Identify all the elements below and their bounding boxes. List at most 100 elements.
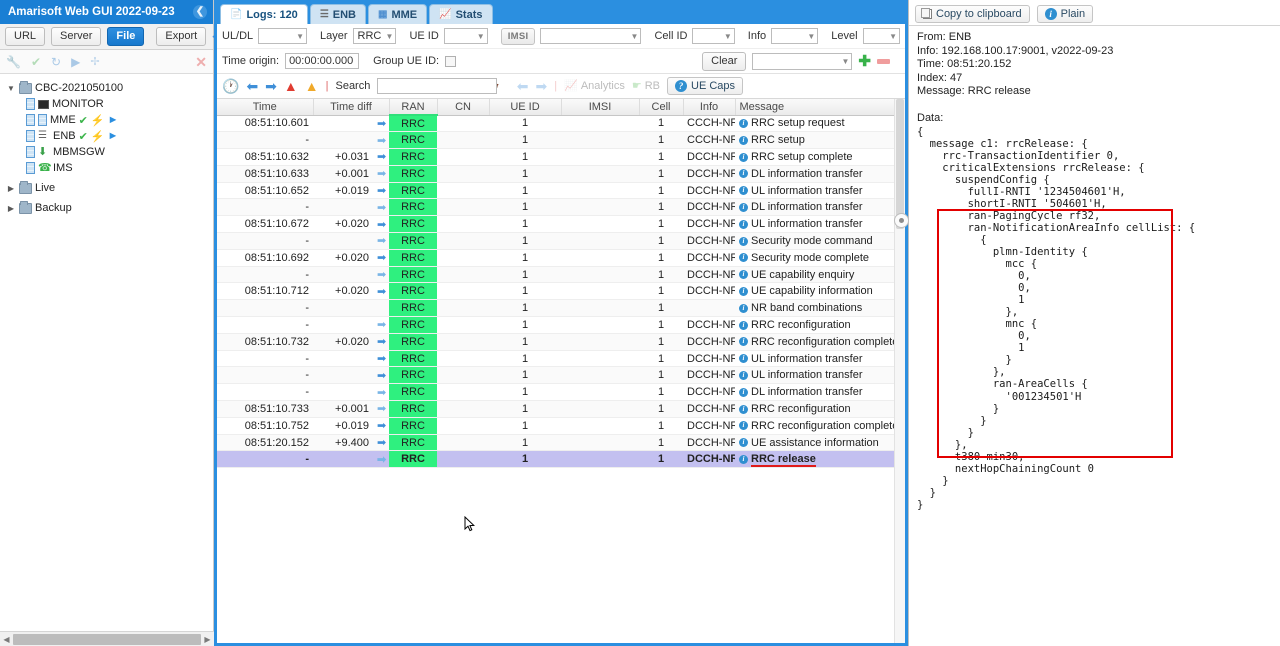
col-imsi[interactable]: IMSI [561, 99, 640, 116]
col-time[interactable]: Time [217, 99, 314, 116]
warning-icon[interactable]: ▲ [305, 79, 319, 93]
scrollbar-thumb[interactable] [896, 99, 904, 229]
table-row[interactable]: 08:51:10.712 +0.020 ➡ RRC 1 1 DCCH-NR i UE capab… [217, 282, 905, 301]
play-icon[interactable]: ► [108, 114, 119, 126]
cell-message[interactable]: i UL information transfer [735, 182, 905, 200]
uldl-select[interactable]: ▼ [258, 28, 307, 44]
col-ueid[interactable]: UE ID [489, 99, 562, 116]
imsi-select[interactable]: ▼ [540, 28, 642, 44]
cell-message[interactable]: i UE capability information [735, 282, 905, 301]
server-button[interactable]: Server [51, 27, 102, 46]
wrench-icon[interactable]: 🔧 [6, 55, 21, 69]
panel-splitter-handle[interactable] [894, 213, 909, 228]
layer-select[interactable]: RRC ▼ [352, 28, 397, 44]
ue-caps-button[interactable]: ? UE Caps [667, 77, 744, 95]
chevron-right-icon[interactable]: ▶ [6, 204, 16, 213]
plain-button[interactable]: i Plain [1036, 5, 1094, 23]
table-row[interactable]: 08:51:10.601 ➡ RRC 1 1 CCCH-NR i RRC setup requ… [217, 115, 905, 133]
cell-message[interactable]: i UL information transfer [735, 215, 905, 234]
table-row[interactable]: 08:51:10.633 +0.001 ➡ RRC 1 1 DCCH-NR i DL infor… [217, 165, 905, 183]
check-circle-icon[interactable]: ✔ [31, 55, 41, 69]
preset-select[interactable]: ▼ [752, 52, 853, 70]
cell-message[interactable]: i DL information transfer [735, 383, 905, 402]
cell-message[interactable]: i Security mode command [735, 232, 905, 250]
table-row[interactable]: - ➡ RRC 1 1 DCCH-NR i UL information transfer [217, 366, 905, 385]
close-icon[interactable]: ✕ [195, 55, 207, 69]
cell-message[interactable]: i RRC setup complete [735, 148, 905, 166]
table-row[interactable]: - RRC 1 1 i NR band combinations [217, 299, 905, 318]
col-message[interactable]: Message [735, 99, 905, 116]
tree-item-backup[interactable]: ▶ Backup [0, 200, 213, 216]
table-row[interactable]: - ➡ RRC 1 1 CCCH-NR i RRC setup [217, 131, 905, 150]
scroll-left-icon[interactable]: ◀ [0, 635, 13, 644]
cell-message[interactable]: i NR band combinations [735, 299, 905, 318]
cell-message[interactable]: i DL information transfer [735, 165, 905, 183]
table-row[interactable]: - ➡ RRC 1 1 DCCH-NR i RRC reconfiguration [217, 316, 905, 334]
arrow-right-icon[interactable]: ➡ [265, 79, 277, 93]
search-prev-icon[interactable]: ⬅ [517, 79, 529, 93]
scroll-right-icon[interactable]: ▶ [201, 635, 214, 644]
cell-message[interactable]: i RRC reconfiguration [735, 316, 905, 334]
chevron-right-icon[interactable]: ▶ [6, 184, 16, 193]
tree-item-mme[interactable]: MME ✔ ⚡ ► [0, 112, 213, 128]
table-row[interactable]: 08:51:10.692 +0.020 ➡ RRC 1 1 DCCH-NR i Security… [217, 249, 905, 267]
cell-message[interactable]: i RRC release [735, 450, 905, 469]
time-origin-input[interactable]: 00:00:00.000 [285, 53, 360, 69]
error-icon[interactable]: ▲ [284, 79, 298, 93]
table-row[interactable]: - ➡ RRC 1 1 DCCH-NR i DL information transfer [217, 198, 905, 217]
tree-item-cbc[interactable]: ▼ CBC-2021050100 [0, 80, 213, 96]
table-row[interactable]: 08:51:10.672 +0.020 ➡ RRC 1 1 DCCH-NR i UL infor… [217, 215, 905, 234]
table-row[interactable]: - ➡ RRC 1 1 DCCH-NR i RRC release [217, 450, 905, 469]
info-select[interactable]: ▼ [771, 28, 819, 44]
analytics-button[interactable]: 📈 Analytics [564, 80, 625, 92]
cell-message[interactable]: i UE assistance information [735, 434, 905, 452]
rb-button[interactable]: ☛ RB [632, 80, 660, 92]
table-row[interactable]: - ➡ RRC 1 1 DCCH-NR i UE capability enquiry [217, 266, 905, 284]
chevron-left-icon[interactable]: ❮ [193, 5, 207, 19]
col-info[interactable]: Info [683, 99, 736, 116]
tree-item-monitor[interactable]: MONITOR [0, 96, 213, 112]
clear-button[interactable]: Clear [702, 51, 747, 71]
col-cell[interactable]: Cell [639, 99, 684, 116]
tab-enb[interactable]: ☰ ENB [309, 4, 367, 24]
table-row[interactable]: 08:51:20.152 +9.400 ➡ RRC 1 1 DCCH-NR i UE assis… [217, 434, 905, 452]
left-panel-hscrollbar[interactable]: ◀ ▶ [0, 631, 214, 646]
ueid-select[interactable]: ▼ [443, 28, 488, 44]
url-button[interactable]: URL [5, 27, 46, 46]
scrollbar-thumb[interactable] [13, 633, 201, 645]
search-input[interactable] [377, 78, 498, 94]
tree-item-enb[interactable]: ☰ ENB ✔ ⚡ ► [0, 128, 213, 144]
arrow-left-icon[interactable]: ⬅ [246, 79, 258, 93]
cell-message[interactable]: i UL information transfer [735, 350, 905, 368]
col-cn[interactable]: CN [437, 99, 490, 116]
col-time-diff[interactable]: Time diff [313, 99, 390, 116]
tab-logs[interactable]: 📄 Logs: 120 [220, 4, 308, 24]
table-row[interactable]: 08:51:10.752 +0.019 ➡ RRC 1 1 DCCH-NR i RRC reco… [217, 417, 905, 435]
imsi-button[interactable]: IMSI [500, 27, 536, 45]
tab-mme[interactable]: ▦ MME [368, 4, 428, 24]
copy-to-clipboard-button[interactable]: Copy to clipboard [915, 5, 1030, 23]
cell-message[interactable]: i UE capability enquiry [735, 266, 905, 284]
cell-message[interactable]: i DL information transfer [735, 198, 905, 217]
cell-message[interactable]: i RRC setup request [735, 115, 905, 133]
export-button[interactable]: Export [156, 27, 207, 46]
file-button[interactable]: File [107, 27, 145, 46]
clock-icon[interactable]: 🕐 [222, 79, 239, 93]
log-table-vscrollbar[interactable] [894, 99, 905, 643]
play-icon[interactable]: ► [108, 130, 119, 142]
level-select[interactable]: ▼ [862, 28, 900, 44]
cell-message[interactable]: i UL information transfer [735, 366, 905, 385]
search-next-icon[interactable]: ➡ [536, 79, 548, 93]
col-ran[interactable]: RAN [389, 99, 438, 116]
table-row[interactable]: - ➡ RRC 1 1 DCCH-NR i DL information transfer [217, 383, 905, 402]
table-row[interactable]: - ➡ RRC 1 1 DCCH-NR i UL information transfer [217, 350, 905, 368]
cell-message[interactable]: i Security mode complete [735, 249, 905, 267]
table-row[interactable]: - ➡ RRC 1 1 DCCH-NR i Security mode command [217, 232, 905, 250]
play-circle-icon[interactable]: ▶ [71, 55, 80, 69]
chevron-down-icon[interactable]: ▼ [6, 84, 16, 93]
connect-icon[interactable]: ✢ [90, 55, 99, 68]
cellid-select[interactable]: ▼ [692, 28, 735, 44]
tab-stats[interactable]: 📈 Stats [429, 4, 493, 24]
table-row[interactable]: 08:51:10.652 +0.019 ➡ RRC 1 1 DCCH-NR i UL infor… [217, 182, 905, 200]
table-row[interactable]: 08:51:10.733 +0.001 ➡ RRC 1 1 DCCH-NR i RRC reco… [217, 400, 905, 418]
